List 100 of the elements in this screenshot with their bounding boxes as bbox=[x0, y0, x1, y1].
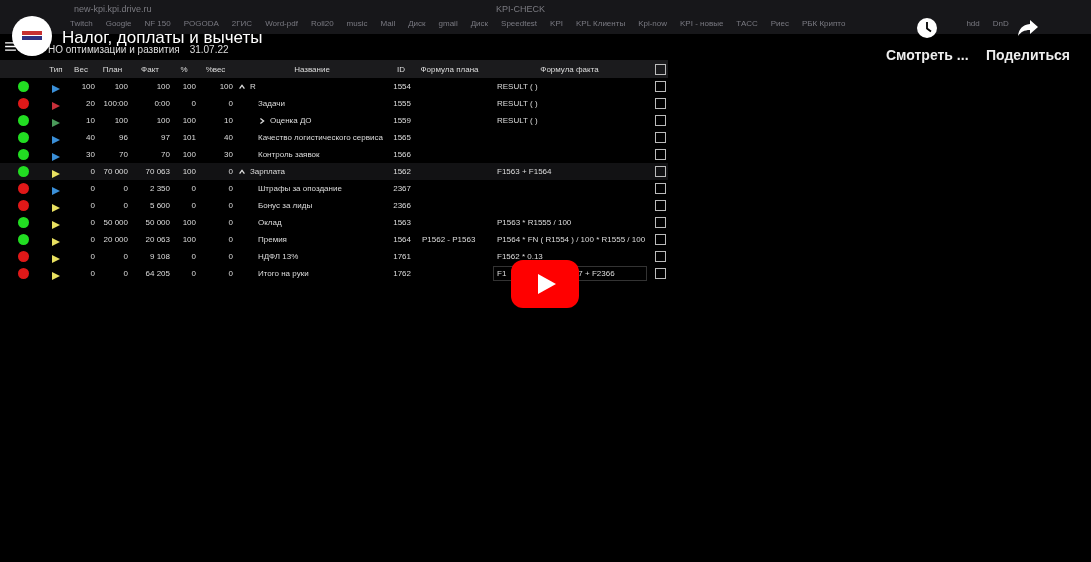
table-cell: P1563 * R1555 / 100 bbox=[497, 218, 572, 227]
checkbox[interactable] bbox=[654, 63, 666, 75]
table-cell-text: 0 bbox=[190, 201, 197, 210]
table-cell-text: 40 bbox=[85, 133, 96, 142]
table-cell-text: 100 bbox=[155, 82, 171, 91]
column-header: План bbox=[101, 64, 124, 74]
bookmark[interactable]: Speedtest bbox=[501, 19, 538, 29]
checkbox[interactable] bbox=[654, 217, 666, 228]
checkbox[interactable] bbox=[654, 234, 666, 245]
checkbox[interactable] bbox=[654, 268, 666, 279]
table-cell-text: 40 bbox=[223, 133, 234, 142]
share-icon[interactable] bbox=[1018, 18, 1038, 38]
bookmark[interactable]: KPI bbox=[550, 19, 563, 29]
bookmark[interactable]: Word-pdf bbox=[265, 19, 298, 29]
bookmark[interactable]: Диск bbox=[470, 19, 489, 29]
table-cell-text: 0 bbox=[227, 252, 234, 261]
table-cell: P1562 - P1563 bbox=[422, 235, 476, 244]
play-button[interactable] bbox=[511, 260, 579, 308]
table-cell-text: 50 000 bbox=[102, 218, 129, 227]
table-cell-text: 100 bbox=[113, 82, 129, 91]
checkbox[interactable] bbox=[654, 132, 666, 143]
bookmark[interactable]: Roll20 bbox=[310, 19, 334, 29]
bookmark[interactable]: Twitch bbox=[70, 19, 93, 29]
table-row[interactable]: 40 96 97 101 40 Качество логистического сервиса 1565 bbox=[0, 129, 668, 146]
table-cell-text: 100 bbox=[181, 116, 197, 125]
table-cell-text: 1562 bbox=[392, 167, 412, 176]
column-header: Факт bbox=[140, 64, 160, 74]
table-cell-text: 0 bbox=[89, 218, 96, 227]
table-row[interactable]: 10 100 100 100 10 Оценка ДО 1559 RESULT ( ) bbox=[0, 112, 668, 129]
bookmark[interactable]: POGODA bbox=[183, 19, 219, 29]
table-cell-text: 9 108 bbox=[148, 252, 171, 261]
table-cell-text: 0 bbox=[89, 269, 96, 278]
table-row[interactable]: 0 0 5 600 0 0 Бонус за лиды 2366 bbox=[0, 197, 668, 214]
chevron-right-icon[interactable] bbox=[258, 116, 266, 125]
chevron-up-icon[interactable] bbox=[238, 82, 246, 91]
table-row[interactable]: 0 20 000 20 063 100 0 Премия 1564 P1562 - P1563 P1564 * FN ( R1554 ) / 100 * R1555 / 100 bbox=[0, 231, 668, 248]
bookmark[interactable]: РБК Крипто bbox=[801, 19, 846, 29]
table-cell-text: 1565 bbox=[392, 133, 412, 142]
table-row[interactable]: 30 70 70 100 30 Контроль заявок 1566 bbox=[0, 146, 668, 163]
bookmark[interactable]: NF 150 bbox=[144, 19, 171, 29]
bookmark[interactable]: 2ГИС bbox=[231, 19, 253, 29]
table-cell-text: 1563 bbox=[392, 218, 412, 227]
bookmark[interactable]: hdd bbox=[966, 19, 980, 29]
table-cell-text: 1559 bbox=[392, 116, 412, 125]
table-cell-text: 100 bbox=[181, 82, 197, 91]
bookmark[interactable]: Mail bbox=[380, 19, 396, 29]
table-cell-text: 0 bbox=[227, 167, 234, 176]
checkbox[interactable] bbox=[654, 149, 666, 160]
address-field[interactable]: new-kpi.kpi.drive.ru bbox=[74, 4, 152, 14]
table-cell-text: 1555 bbox=[392, 99, 412, 108]
table-row[interactable]: 100 100 100 100 100 R 1554 RESULT ( ) bbox=[0, 78, 668, 95]
bookmark[interactable]: Google bbox=[105, 19, 132, 29]
menu-icon[interactable] bbox=[5, 42, 16, 51]
table-cell-text: 10 bbox=[85, 116, 96, 125]
bookmark[interactable]: KPI - новые bbox=[680, 19, 724, 29]
watch-later-label[interactable]: Смотреть ... bbox=[886, 47, 969, 63]
table-cell-text: 0 bbox=[122, 201, 129, 210]
table-row[interactable]: 0 50 000 50 000 100 0 Оклад 1563 P1563 * R1555 / 100 bbox=[0, 214, 668, 231]
bookmark[interactable]: DnD bbox=[992, 19, 1009, 29]
bookmark[interactable]: Kpi-now bbox=[638, 19, 668, 29]
bookmark[interactable]: ТАСС bbox=[736, 19, 758, 29]
checkbox[interactable] bbox=[654, 81, 666, 92]
table-row[interactable]: 0 70 000 70 063 100 0 Зарплата 1562 F1563 + F1564 bbox=[0, 163, 668, 180]
table-cell-text: 2 350 bbox=[148, 184, 171, 193]
bookmark[interactable]: KPL Клиенты bbox=[576, 19, 626, 29]
table-cell-text: 100 bbox=[181, 150, 197, 159]
checkbox[interactable] bbox=[654, 115, 666, 126]
table-cell-text: 0 bbox=[227, 201, 234, 210]
table-row[interactable]: 20 100:00 0:00 0 0 Задачи 1555 RESULT ( ) bbox=[0, 95, 668, 112]
column-header: Формула плана bbox=[419, 64, 480, 74]
column-header: %вес bbox=[204, 64, 227, 74]
share-label[interactable]: Поделиться bbox=[986, 47, 1071, 63]
chevron-up-icon[interactable] bbox=[238, 167, 246, 176]
bookmark[interactable]: music bbox=[346, 19, 368, 29]
table-cell-text: 0 bbox=[89, 235, 96, 244]
table-cell-text: 0 bbox=[227, 184, 234, 193]
table-cell-text: 0 bbox=[89, 184, 96, 193]
table-cell: Итого на руки bbox=[258, 269, 309, 278]
column-header: Формула факта bbox=[539, 64, 600, 74]
bookmark[interactable]: Диск bbox=[408, 19, 426, 29]
checkbox[interactable] bbox=[654, 200, 666, 211]
checkbox[interactable] bbox=[654, 251, 666, 262]
video-title[interactable]: Налог, доплаты и вычеты bbox=[62, 29, 263, 46]
table-cell-text: 97 bbox=[160, 133, 171, 142]
table-cell-text: 101 bbox=[181, 133, 197, 142]
table-cell-text: 100:00 bbox=[102, 99, 129, 108]
checkbox[interactable] bbox=[654, 166, 666, 177]
checkbox[interactable] bbox=[654, 98, 666, 109]
table-cell: P1564 * FN ( R1554 ) / 100 * R1555 / 100 bbox=[497, 235, 646, 244]
table-cell-text: 70 bbox=[160, 150, 171, 159]
table-row[interactable]: 0 0 2 350 0 0 Штрафы за опоздание 2367 bbox=[0, 180, 668, 197]
table-cell-text: 30 bbox=[223, 150, 234, 159]
table-cell-text: 70 063 bbox=[144, 167, 171, 176]
bookmark[interactable]: gmail bbox=[438, 19, 458, 29]
checkbox[interactable] bbox=[654, 183, 666, 194]
table-cell: F1563 + F1564 bbox=[497, 167, 552, 176]
table-cell-text: 20 000 bbox=[102, 235, 129, 244]
table-cell-text: 0 bbox=[227, 269, 234, 278]
clock-icon[interactable] bbox=[917, 18, 938, 38]
bookmark[interactable]: Риес bbox=[770, 19, 789, 29]
